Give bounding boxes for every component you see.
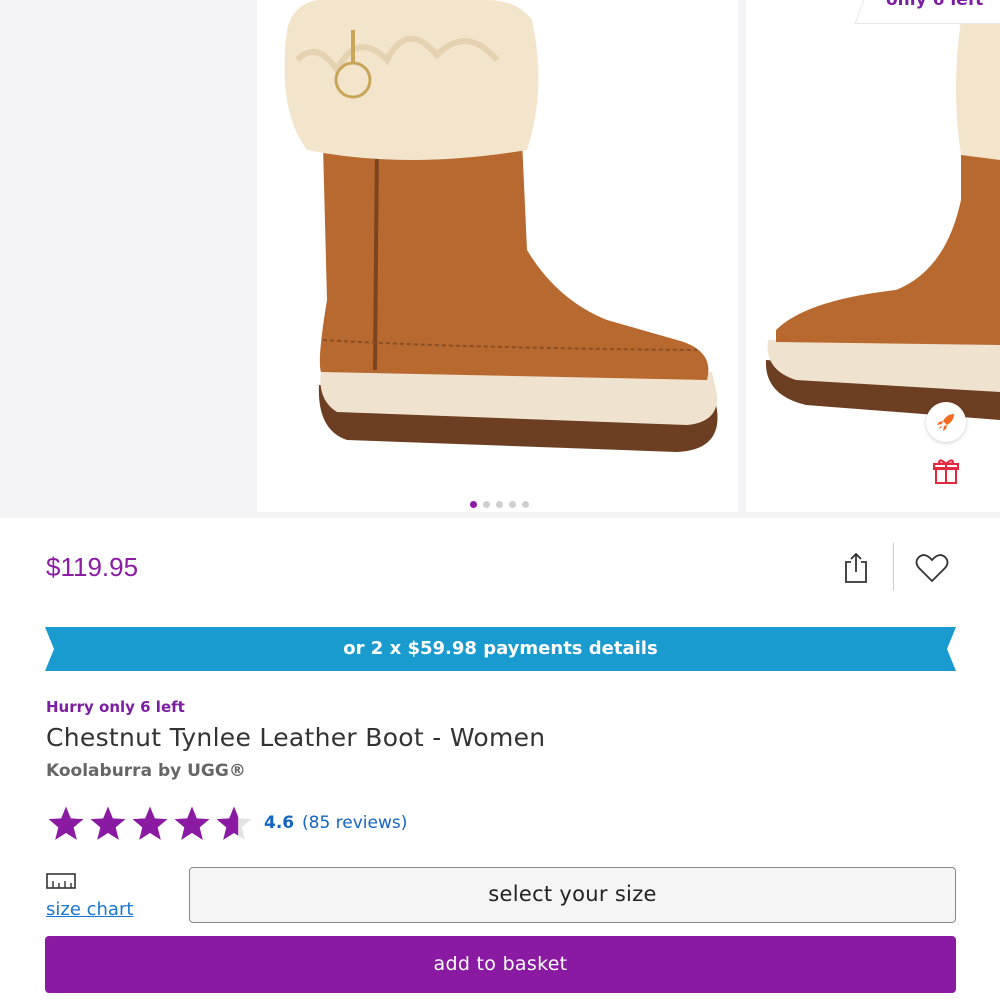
star-icon — [132, 806, 168, 840]
ruler-icon[interactable] — [46, 873, 76, 889]
gallery-dot-3[interactable] — [496, 501, 503, 508]
payment-banner-text: or 2 x $59.98 payments details — [343, 638, 658, 659]
boot-image — [284, 0, 718, 452]
product-title: Chestnut Tynlee Leather Boot - Women — [46, 723, 546, 752]
gallery-dot-1[interactable] — [470, 501, 477, 508]
select-size-button[interactable]: select your size — [189, 867, 956, 923]
product-image-gallery[interactable]: only 6 left — [0, 0, 1000, 518]
gallery-dot-2[interactable] — [483, 501, 490, 508]
gallery-pagination[interactable] — [470, 501, 529, 508]
rocket-icon[interactable] — [926, 402, 966, 442]
gallery-slide-next[interactable] — [746, 0, 1000, 512]
gallery-dot-4[interactable] — [509, 501, 516, 508]
size-chart-link[interactable]: size chart — [46, 899, 133, 920]
star-icon — [90, 806, 126, 840]
reviews-link[interactable]: (85 reviews) — [302, 813, 407, 833]
star-half-icon — [216, 806, 252, 840]
payment-banner[interactable]: or 2 x $59.98 payments details — [45, 627, 956, 671]
action-divider — [893, 543, 894, 591]
add-to-basket-button[interactable]: add to basket — [45, 936, 956, 993]
product-price: $119.95 — [46, 552, 139, 582]
gallery-slide-previous[interactable] — [0, 0, 250, 512]
star-icon — [48, 806, 84, 840]
rating-value[interactable]: 4.6 — [264, 813, 294, 833]
heart-icon[interactable] — [910, 548, 954, 588]
product-brand[interactable]: Koolaburra by UGG® — [46, 761, 246, 781]
star-icon — [174, 806, 210, 840]
stock-ribbon-label: only 6 left — [886, 0, 984, 10]
stock-warning: Hurry only 6 left — [46, 698, 185, 716]
gallery-dot-5[interactable] — [522, 501, 529, 508]
share-icon[interactable] — [838, 548, 874, 588]
gift-icon[interactable] — [931, 456, 961, 486]
rating-stars[interactable] — [46, 803, 254, 845]
boot-image-alt — [765, 20, 1000, 420]
gallery-slide-main[interactable] — [257, 0, 738, 512]
